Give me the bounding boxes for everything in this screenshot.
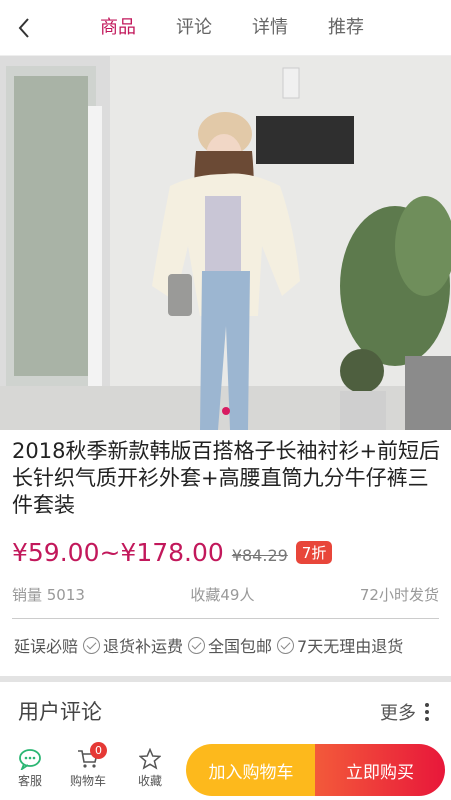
product-stats: 销量 5013 收藏49人 72小时发货	[12, 584, 439, 608]
check-circle-icon	[277, 636, 295, 654]
product-title: 2018秋季新款韩版百搭格子长袖衬衫+前短后长针织气质开衫外套+高腰直筒九分牛仔…	[12, 439, 441, 517]
shipping-time: 72小时发货	[359, 586, 439, 604]
sales-count: 销量 5013	[12, 586, 85, 604]
check-circle-icon	[188, 636, 206, 654]
tab-product[interactable]: 商品	[80, 0, 156, 56]
check-circle-icon	[83, 636, 101, 654]
service-label: 7天无理由退货	[297, 637, 404, 656]
cart-button[interactable]: 0 购物车	[66, 742, 110, 789]
service-label: 全国包邮	[208, 637, 273, 656]
tab-recommend[interactable]: 推荐	[308, 0, 384, 56]
tab-bar: 商品 评论 详情 推荐	[80, 0, 384, 56]
customer-service-label: 客服	[17, 774, 42, 788]
cart-count-badge: 0	[90, 742, 107, 759]
cart-label: 购物车	[69, 774, 106, 788]
more-label: 更多	[380, 703, 416, 724]
chevron-left-icon	[18, 18, 29, 38]
chat-icon	[19, 749, 41, 770]
favorites-count: 收藏49人	[190, 586, 255, 604]
favorite-button[interactable]: 收藏	[128, 746, 172, 789]
service-guarantees: 延误必赔 退货补运费 全国包邮 7天无理由退货	[14, 632, 403, 658]
customer-service-button[interactable]: 客服	[8, 746, 52, 789]
divider	[12, 618, 439, 619]
price-range: ¥59.00~¥178.00	[12, 537, 224, 567]
product-image[interactable]	[0, 56, 451, 430]
service-label: 延误必赔	[14, 637, 79, 656]
tab-reviews[interactable]: 评论	[156, 0, 232, 56]
star-icon	[139, 748, 161, 770]
original-price: ¥84.29	[231, 545, 288, 565]
favorite-label: 收藏	[137, 774, 162, 788]
service-item: 退货补运费	[78, 633, 183, 657]
service-item: 延误必赔	[14, 633, 78, 657]
carousel-indicator[interactable]	[222, 407, 230, 415]
discount-badge: 7折	[295, 540, 333, 564]
service-item: 全国包邮	[183, 633, 272, 657]
add-to-cart-button[interactable]: 加入购物车	[186, 744, 316, 796]
price-row: ¥59.00~¥178.00 ¥84.29 7折	[12, 534, 333, 570]
top-bar: 商品 评论 详情 推荐	[0, 0, 451, 56]
service-item: 7天无理由退货	[272, 633, 403, 657]
more-vertical-icon	[425, 703, 429, 721]
service-label: 退货补运费	[103, 637, 184, 656]
tab-details[interactable]: 详情	[232, 0, 308, 56]
section-separator	[0, 676, 451, 682]
more-reviews-button[interactable]: 更多	[380, 699, 429, 725]
reviews-section-title: 用户评论	[18, 700, 102, 724]
buy-now-button[interactable]: 立即购买	[315, 744, 445, 796]
back-button[interactable]	[8, 12, 40, 44]
